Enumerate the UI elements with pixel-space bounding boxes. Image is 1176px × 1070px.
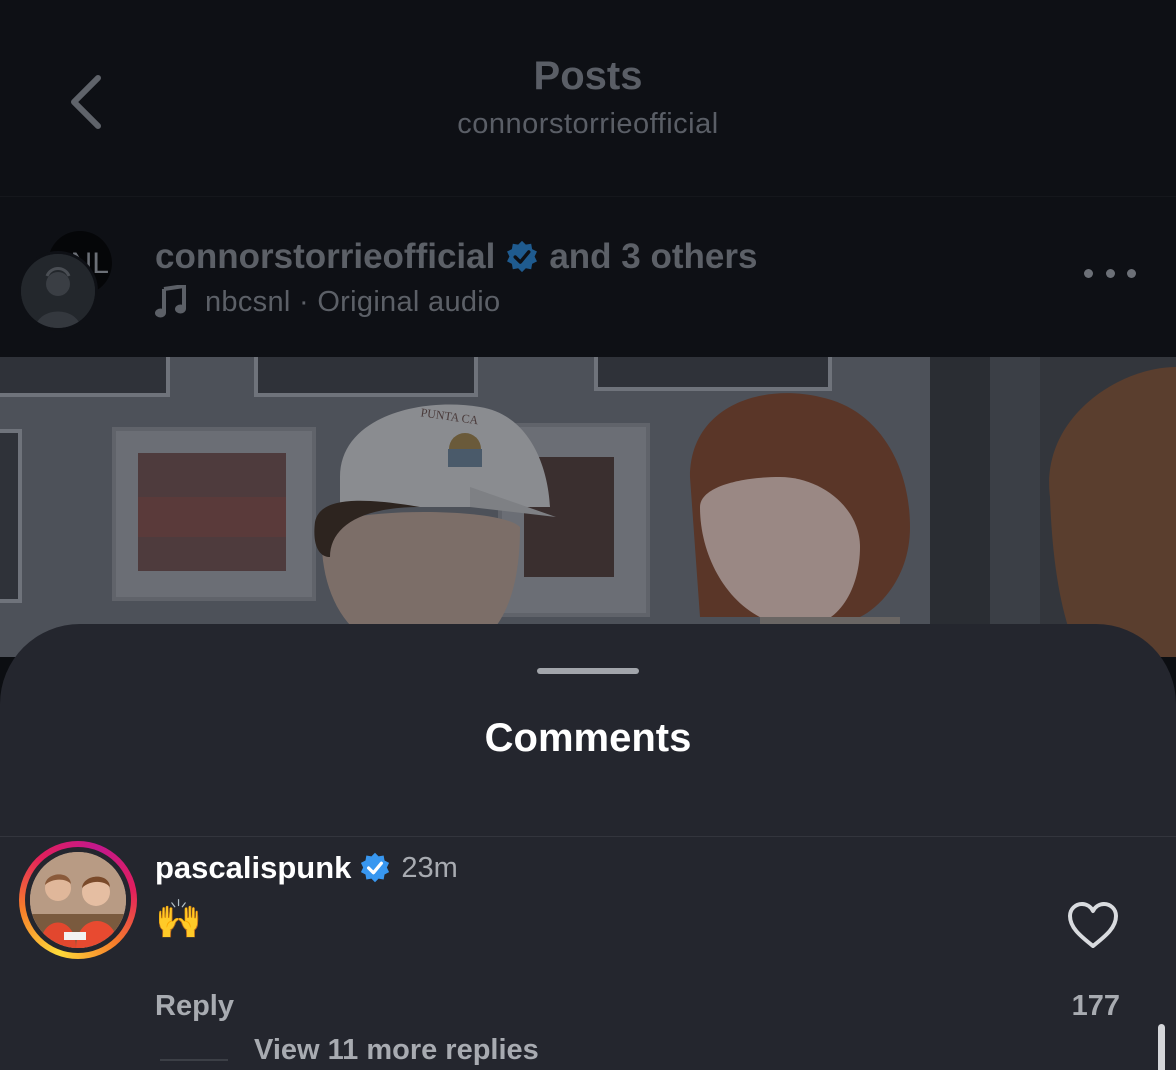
verified-badge-icon bbox=[361, 852, 390, 883]
posts-screen: Posts connorstorrieofficial NL connorsto… bbox=[0, 0, 1176, 1070]
audio-label: Original audio bbox=[317, 285, 501, 318]
post-author-line: connorstorrieofficial and 3 others bbox=[155, 237, 757, 277]
comments-scrollbar[interactable] bbox=[1158, 1024, 1165, 1070]
more-options-icon[interactable] bbox=[1084, 263, 1136, 283]
author-avatar-photo bbox=[21, 254, 95, 328]
collaborators-link[interactable]: and 3 others bbox=[549, 237, 757, 277]
like-count: 177 bbox=[1071, 990, 1120, 1022]
comment-username[interactable]: pascalispunk bbox=[155, 850, 351, 886]
comment-item: pascalispunk 23m 🙌 Reply 177 View 11 mor… bbox=[0, 838, 1176, 1070]
comment-timestamp: 23m bbox=[401, 851, 458, 884]
music-note-icon bbox=[155, 285, 186, 318]
author-username[interactable]: connorstorrieofficial bbox=[155, 237, 495, 277]
replies-connector-line bbox=[160, 1059, 228, 1061]
view-more-replies-button[interactable]: View 11 more replies bbox=[254, 1034, 539, 1067]
top-nav: Posts connorstorrieofficial bbox=[0, 0, 1176, 197]
comment-avatar-photo bbox=[30, 852, 126, 948]
comment-text: 🙌 bbox=[155, 899, 203, 941]
sheet-drag-handle[interactable] bbox=[537, 668, 639, 674]
comment-avatar[interactable] bbox=[19, 841, 137, 959]
verified-badge-icon bbox=[507, 240, 538, 273]
comment-header: pascalispunk 23m bbox=[155, 850, 458, 886]
author-avatar[interactable] bbox=[18, 251, 98, 331]
like-button[interactable] bbox=[1066, 900, 1120, 950]
comments-title: Comments bbox=[484, 716, 692, 760]
comments-divider bbox=[0, 836, 1176, 837]
video-still: PUNTA CA bbox=[0, 357, 1176, 657]
post-header: NL connorstorrieofficial and 3 others nb… bbox=[0, 197, 1176, 357]
reply-button[interactable]: Reply bbox=[155, 990, 234, 1023]
audio-separator: · bbox=[299, 285, 309, 318]
post-audio-line[interactable]: nbcsnl · Original audio bbox=[155, 285, 500, 319]
page-title: Posts bbox=[533, 54, 643, 98]
post-video[interactable]: PUNTA CA bbox=[0, 357, 1176, 657]
audio-artist: nbcsnl bbox=[205, 285, 291, 318]
comments-sheet: Comments pascalispunk 23m 🙌 Reply 177 Vi… bbox=[0, 624, 1176, 1070]
heart-icon bbox=[1068, 902, 1118, 948]
page-subtitle: connorstorrieofficial bbox=[457, 108, 719, 140]
